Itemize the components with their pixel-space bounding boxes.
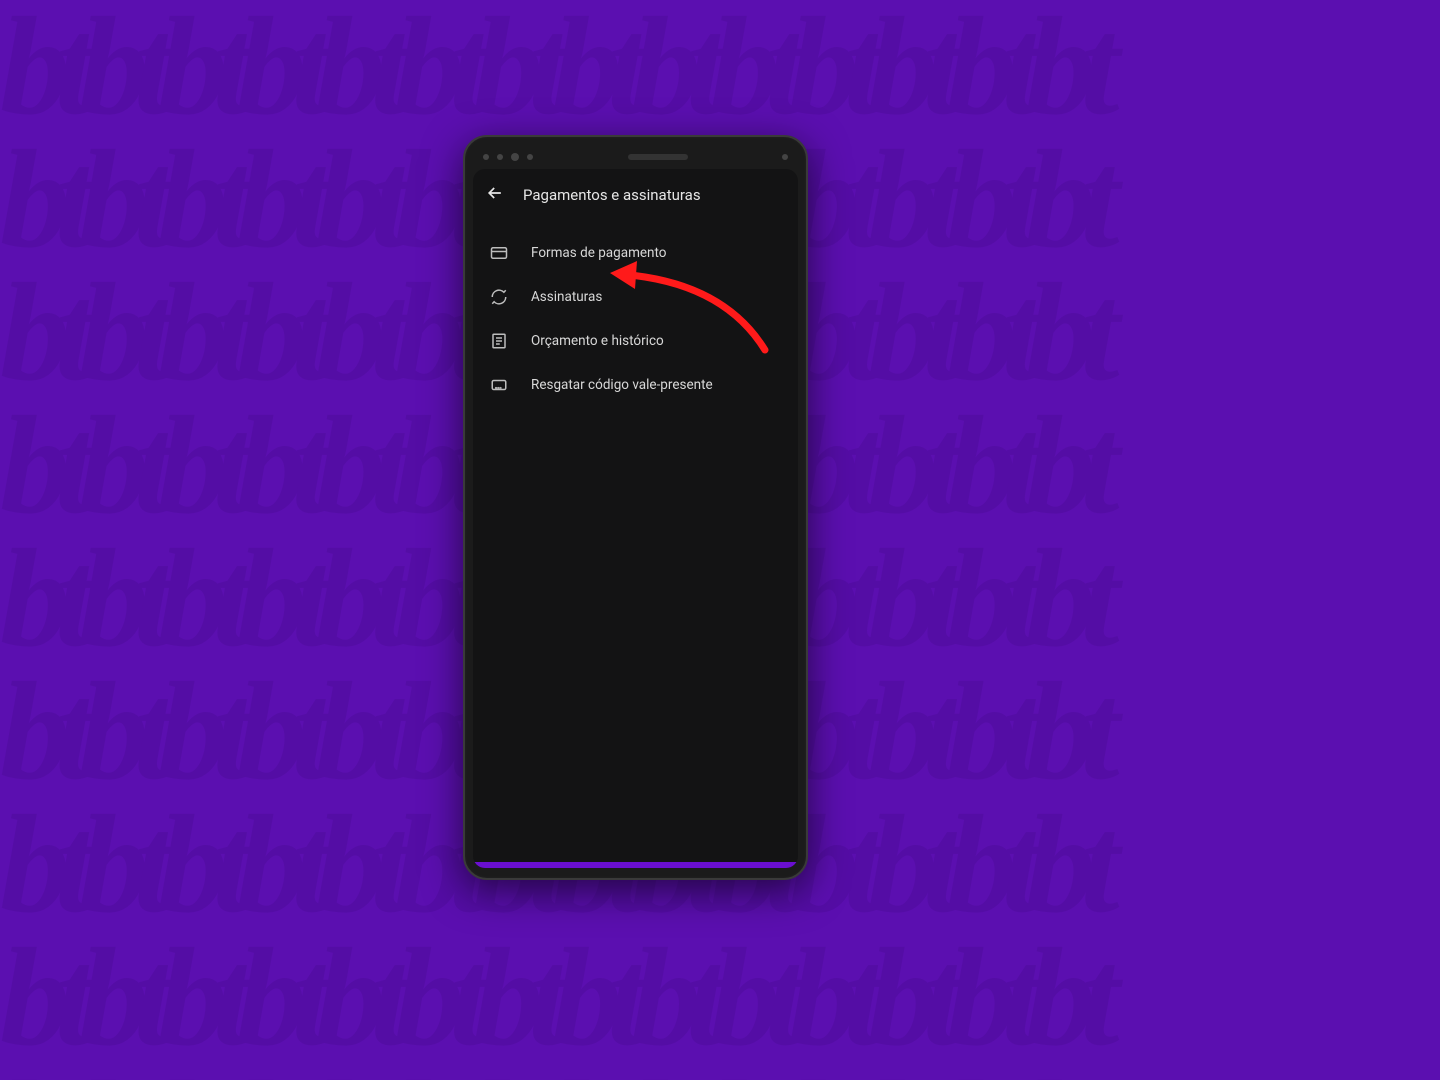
phone-frame: Pagamentos e assinaturas Formas de pagam… — [463, 135, 808, 880]
refresh-icon — [489, 287, 509, 307]
menu-list: Formas de pagamento Assinaturas Orçament… — [473, 221, 798, 417]
phone-notch — [473, 149, 798, 169]
gift-code-icon — [489, 375, 509, 395]
menu-item-subscriptions[interactable]: Assinaturas — [473, 275, 798, 319]
menu-item-label: Resgatar código vale-presente — [531, 377, 713, 393]
app-bar: Pagamentos e assinaturas — [473, 169, 798, 221]
menu-item-label: Orçamento e histórico — [531, 333, 664, 349]
menu-item-budget-history[interactable]: Orçamento e histórico — [473, 319, 798, 363]
menu-item-label: Formas de pagamento — [531, 245, 667, 261]
menu-item-redeem-code[interactable]: Resgatar código vale-presente — [473, 363, 798, 407]
screen: Pagamentos e assinaturas Formas de pagam… — [473, 169, 798, 868]
back-button[interactable] — [483, 183, 507, 207]
menu-item-payment-methods[interactable]: Formas de pagamento — [473, 231, 798, 275]
menu-item-label: Assinaturas — [531, 289, 602, 305]
page-title: Pagamentos e assinaturas — [523, 186, 701, 204]
credit-card-icon — [489, 243, 509, 263]
arrow-left-icon — [485, 183, 505, 207]
home-indicator — [473, 862, 798, 868]
receipt-icon — [489, 331, 509, 351]
